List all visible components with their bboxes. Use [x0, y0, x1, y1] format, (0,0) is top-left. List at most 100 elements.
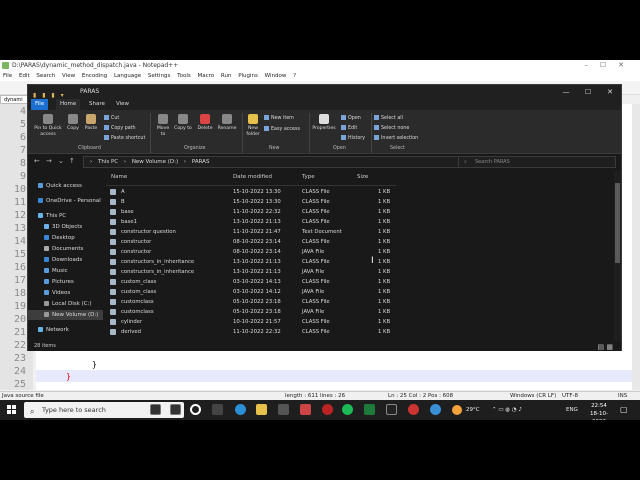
- start-button[interactable]: [7, 405, 17, 415]
- breadcrumb-paras[interactable]: PARAS: [192, 159, 210, 165]
- task-view-icon[interactable]: [212, 404, 223, 415]
- menu-macro[interactable]: Macro: [197, 73, 214, 79]
- column-header-name[interactable]: Name: [111, 174, 127, 180]
- tab-home[interactable]: Home: [56, 99, 81, 110]
- close-button[interactable]: ✕: [599, 85, 621, 99]
- cut-button[interactable]: Cut: [104, 115, 119, 122]
- nav-documents[interactable]: Documents: [28, 244, 103, 254]
- nav-new-volume[interactable]: New Volume (D:): [28, 310, 103, 320]
- menu-language[interactable]: Language: [114, 73, 141, 79]
- scrollbar-thumb[interactable]: [615, 183, 620, 263]
- properties-button[interactable]: Properties: [310, 114, 338, 132]
- file-explorer-icon[interactable]: [256, 404, 267, 415]
- new-folder-button[interactable]: New folder: [244, 114, 262, 137]
- file-row[interactable]: A 15-10-2022 13:30 CLASS File 1 KB: [106, 187, 396, 197]
- menu-search[interactable]: Search: [36, 73, 55, 79]
- input-language[interactable]: ENG: [566, 400, 578, 420]
- notification-icon[interactable]: ▢: [620, 400, 628, 420]
- invert-selection-button[interactable]: Invert selection: [374, 135, 418, 142]
- recent-dropdown-icon[interactable]: ⌄: [58, 157, 64, 165]
- maximize-button[interactable]: ☐: [577, 85, 599, 99]
- open-button[interactable]: Open: [341, 115, 361, 122]
- file-row[interactable]: constructors_in_inheritance 13-10-2022 21…: [106, 257, 396, 267]
- file-row[interactable]: constructors_in_inheritance 13-10-2022 21…: [106, 267, 396, 277]
- menu-tools[interactable]: Tools: [177, 73, 191, 79]
- column-header-date[interactable]: Date modified: [233, 174, 272, 180]
- paste-shortcut-button[interactable]: Paste shortcut: [104, 135, 145, 142]
- nav-desktop[interactable]: Desktop: [28, 233, 103, 243]
- taskbar-app-icon[interactable]: [300, 404, 311, 415]
- editor-scrollbar[interactable]: [632, 104, 640, 390]
- file-row[interactable]: custom_class 03-10-2022 14:12 JAVA File 1 K…: [106, 287, 396, 297]
- column-header-type[interactable]: Type: [302, 174, 315, 180]
- edit-button[interactable]: Edit: [341, 125, 357, 132]
- menu-window[interactable]: Window: [265, 73, 287, 79]
- delete-button[interactable]: Delete: [196, 114, 214, 132]
- terminal-icon[interactable]: [386, 404, 397, 415]
- nav-onedrive[interactable]: OneDrive - Personal: [28, 196, 103, 206]
- file-row[interactable]: base1 13-10-2022 21:13 CLASS File 1 KB: [106, 217, 396, 227]
- taskbar-app-icon[interactable]: [430, 404, 441, 415]
- view-toggle-icons[interactable]: ▤ ▦: [598, 342, 613, 352]
- tab-view[interactable]: View: [112, 99, 133, 110]
- notepadpp-window-controls[interactable]: –☐✕: [584, 60, 636, 71]
- excel-icon[interactable]: [364, 404, 375, 415]
- minimize-button[interactable]: —: [555, 85, 577, 99]
- menu-settings[interactable]: Settings: [148, 73, 171, 79]
- chrome-icon[interactable]: [408, 404, 419, 415]
- move-to-button[interactable]: Move to: [154, 114, 172, 137]
- address-input[interactable]: › This PC › New Volume (D:) › PARAS: [83, 156, 478, 168]
- easy-access-button[interactable]: Easy access: [264, 126, 300, 133]
- temperature[interactable]: 29°C: [466, 400, 480, 420]
- store-icon[interactable]: [278, 404, 289, 415]
- menu-plugins[interactable]: Plugins: [238, 73, 258, 79]
- file-row[interactable]: custom_class 03-10-2022 14:13 CLASS File 1 …: [106, 277, 396, 287]
- tab-file[interactable]: File: [31, 99, 49, 110]
- nav-3d-objects[interactable]: 3D Objects: [28, 222, 103, 232]
- file-row[interactable]: derived 11-10-2022 22:32 CLASS File 1 KB: [106, 327, 396, 337]
- nav-local-disk[interactable]: Local Disk (C:): [28, 299, 103, 309]
- file-row[interactable]: B 15-10-2022 13:30 CLASS File 1 KB: [106, 197, 396, 207]
- nav-network[interactable]: Network: [28, 325, 103, 335]
- pin-quick-access-button[interactable]: Pin to Quick access: [31, 114, 65, 137]
- menu-file[interactable]: File: [3, 73, 12, 79]
- breadcrumb-this-pc[interactable]: This PC: [98, 159, 118, 165]
- up-arrow-icon[interactable]: ↑: [69, 157, 75, 165]
- menu-edit[interactable]: Edit: [19, 73, 30, 79]
- file-row[interactable]: cylinder 10-10-2022 21:57 CLASS File 1 KB: [106, 317, 396, 327]
- nav-videos[interactable]: Videos: [28, 288, 103, 298]
- file-row[interactable]: constructor 08-10-2022 23:14 CLASS File 1 K…: [106, 237, 396, 247]
- taskbar-app-icon[interactable]: [170, 404, 181, 415]
- file-row[interactable]: base 11-10-2022 22:32 CLASS File 1 KB: [106, 207, 396, 217]
- menu-run[interactable]: Run: [221, 73, 232, 79]
- paste-button[interactable]: Paste: [83, 114, 99, 132]
- tab-share[interactable]: Share: [85, 99, 109, 110]
- breadcrumb-new-volume[interactable]: New Volume (D:): [132, 159, 178, 165]
- back-arrow-icon[interactable]: ←: [34, 157, 40, 165]
- history-button[interactable]: History: [341, 135, 365, 142]
- rename-button[interactable]: Rename: [216, 114, 238, 132]
- select-none-button[interactable]: Select none: [374, 125, 409, 132]
- nav-pictures[interactable]: Pictures: [28, 277, 103, 287]
- weather-icon[interactable]: [452, 405, 462, 415]
- nav-downloads[interactable]: Downloads: [28, 255, 103, 265]
- taskbar-app-icon[interactable]: [322, 404, 333, 415]
- tray-icons[interactable]: ⌃ ▭ ◍ ◔ ♪: [492, 400, 522, 420]
- file-list-scrollbar[interactable]: [614, 171, 621, 341]
- copy-to-button[interactable]: Copy to: [174, 114, 192, 132]
- copy-path-button[interactable]: Copy path: [104, 125, 136, 132]
- nav-quick-access[interactable]: Quick access: [28, 181, 103, 191]
- new-item-button[interactable]: New item: [264, 115, 294, 122]
- file-row[interactable]: constructor 08-10-2022 23:14 JAVA File 1 KB: [106, 247, 396, 257]
- select-all-button[interactable]: Select all: [374, 115, 403, 122]
- explorer-search-input[interactable]: ⌕ Search PARAS: [458, 156, 616, 168]
- forward-arrow-icon[interactable]: →: [46, 157, 52, 165]
- file-row[interactable]: constructor question 11-10-2022 21:47 Text…: [106, 227, 396, 237]
- file-row[interactable]: customclass 05-10-2022 23:18 CLASS File 1 K…: [106, 297, 396, 307]
- edge-browser-icon[interactable]: [235, 404, 246, 415]
- cortana-icon[interactable]: [190, 404, 201, 415]
- editor-tab[interactable]: dynami: [0, 95, 30, 104]
- menu-view[interactable]: View: [62, 73, 75, 79]
- nav-music[interactable]: Music: [28, 266, 103, 276]
- menu-encoding[interactable]: Encoding: [82, 73, 107, 79]
